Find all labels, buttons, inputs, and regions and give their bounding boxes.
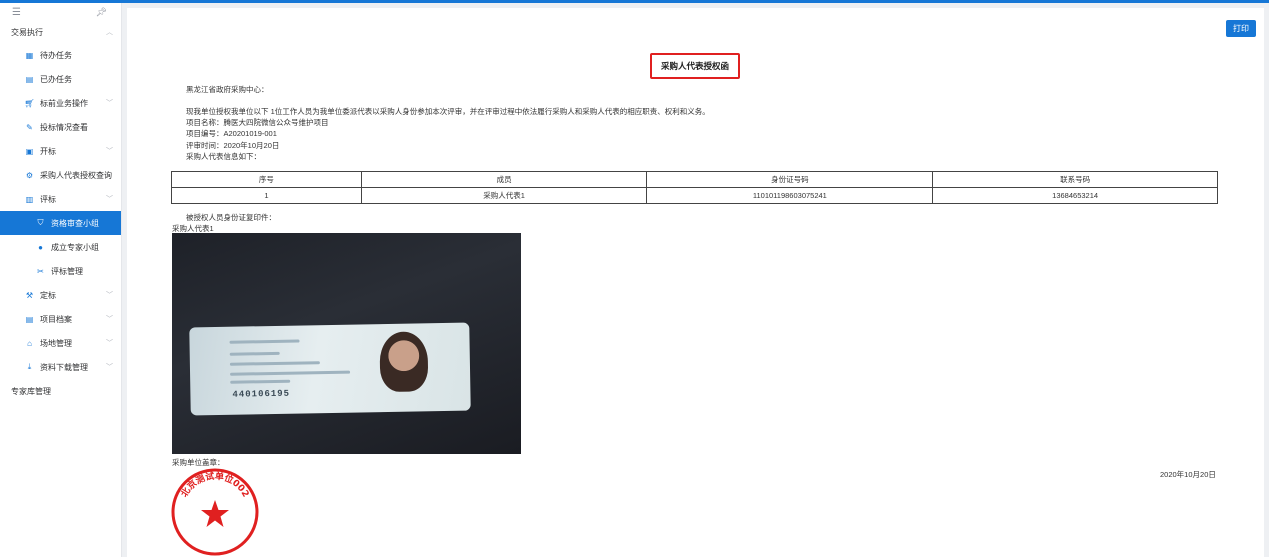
pin-icon[interactable]: 📌︎ [96, 7, 107, 18]
id-card-photo: 440106195 [172, 233, 521, 454]
star-icon [201, 500, 229, 527]
sidebar-item-label: 定标 [40, 290, 56, 300]
portrait-image [379, 331, 429, 393]
chevron-up-icon: ︿ [106, 29, 113, 36]
evaluate-icon: ▥ [25, 194, 34, 204]
sidebar-item[interactable]: ▣ 开标 ﹀ [0, 139, 121, 163]
svg-text:北京测试单位002: 北京测试单位002 [178, 470, 250, 499]
sidebar-item[interactable]: ⚒ 定标 ﹀ [0, 283, 121, 307]
edit-icon: ✎ [26, 122, 33, 132]
id-card-image: 440106195 [189, 322, 471, 416]
sidebar-section-title: 交易执行 [11, 27, 43, 37]
col-header: 联系号码 [932, 171, 1218, 188]
cart-icon: 🛒︎ [24, 98, 35, 108]
sidebar-item[interactable]: ✂ 评标管理 [0, 259, 121, 283]
sidebar-item[interactable]: 🛒︎ 标前业务操作 ﹀ [0, 91, 121, 115]
review-time: 评审时间：2020年10月20日 [186, 141, 280, 150]
download-icon: ⤓ [27, 362, 32, 371]
chevron-down-icon: ﹀ [106, 196, 113, 203]
sidebar-item[interactable]: ⛉ 资格审查小组 [0, 211, 121, 235]
sidebar-item[interactable]: ▤ 已办任务 [0, 67, 121, 91]
table-row: 1 采购人代表1 110101198603075241 13684653214 [171, 187, 1218, 204]
open-bid-icon: ▣ [25, 146, 34, 156]
table-cell: 采购人代表1 [360, 187, 648, 204]
gavel-icon: ⚒ [25, 290, 34, 300]
project-number: 项目编号：A20201019-001 [186, 129, 277, 138]
sidebar-item-label: 开标 [40, 146, 56, 156]
sidebar-item-label: 成立专家小组 [51, 242, 99, 252]
id-number-fragment: 440106195 [232, 388, 291, 400]
chevron-down-icon: ﹀ [106, 148, 113, 155]
sidebar-item-label: 已办任务 [40, 74, 72, 84]
gear-icon: ⚙ [25, 170, 34, 180]
sidebar-section-trade[interactable]: 交易执行 ︿ [0, 21, 121, 43]
representatives-table: 序号 成员 身份证号码 联系号码 1 采购人代表1 11010119860307… [171, 171, 1218, 204]
sidebar-item[interactable]: ⤓ 资料下载管理 ﹀ [0, 355, 121, 379]
table-cell: 13684653214 [932, 187, 1218, 204]
table-cell: 110101198603075241 [646, 187, 934, 204]
sidebar-item[interactable]: ▦ 待办任务 [0, 43, 121, 67]
tools-icon: ✂ [37, 266, 44, 276]
sidebar-item-expert-library[interactable]: 专家库管理 [0, 379, 121, 403]
sidebar-item-label: 专家库管理 [11, 386, 51, 396]
document-date: 2020年10月20日 [1160, 470, 1216, 479]
chevron-down-icon: ﹀ [106, 292, 113, 299]
table-cell: 1 [171, 187, 362, 204]
col-header: 成员 [360, 171, 648, 188]
sidebar-item-label: 项目档案 [40, 314, 72, 324]
sidebar-item[interactable]: ✎ 投标情况查看 [0, 115, 121, 139]
venue-icon: ⌂ [27, 338, 32, 348]
todo-icon: ▦ [25, 50, 34, 60]
sidebar-item[interactable]: ⌂ 场地管理 ﹀ [0, 331, 121, 355]
sidebar-item[interactable]: ▥ 评标 ﹀ [0, 187, 121, 211]
sidebar-header: ☰ 📌︎ [0, 3, 121, 21]
sidebar-item-label: 标前业务操作 [40, 98, 88, 108]
chevron-down-icon: ﹀ [106, 364, 113, 371]
sidebar-item[interactable]: ▤ 项目档案 ﹀ [0, 307, 121, 331]
sidebar-item-label: 采购人代表授权查询 [40, 170, 112, 180]
recipient-text: 黑龙江省政府采购中心： [186, 85, 269, 94]
sidebar-item-label: 评标管理 [51, 266, 83, 276]
col-header: 身份证号码 [646, 171, 934, 188]
sidebar-item-label: 资料下载管理 [40, 362, 88, 372]
body-text: 现我单位授权我单位以下 1位工作人员为我单位委派代表以采购人身份参加本次评审，并… [186, 107, 710, 116]
sidebar-item[interactable]: ⚙ 采购人代表授权查询 [0, 163, 121, 187]
document-title: 采购人代表授权函 [650, 53, 740, 79]
table-header-row: 序号 成员 身份证号码 联系号码 [171, 171, 1218, 188]
sidebar: ☰ 📌︎ 交易执行 ︿ ▦ 待办任务 ▤ 已办任务 🛒︎ 标前业务操作 ﹀ ✎ 投标情况查看 ▣ 开… [0, 3, 122, 557]
folder-icon: ▤ [25, 314, 34, 324]
chevron-down-icon: ﹀ [106, 100, 113, 107]
stamp-text: 北京测试单位002 [178, 470, 250, 499]
shield-icon: ⛉ [37, 218, 44, 227]
sidebar-item-label: 待办任务 [40, 50, 72, 60]
sidebar-item-label: 投标情况查看 [40, 122, 88, 132]
sidebar-item-label: 资格审查小组 [51, 218, 99, 228]
chevron-down-icon: ﹀ [106, 316, 113, 323]
menu-icon[interactable]: ☰ [12, 7, 21, 18]
done-icon: ▤ [25, 74, 34, 84]
id-copy-label: 被授权人员身份证复印件： [186, 213, 276, 222]
print-button[interactable]: 打印 [1226, 20, 1256, 37]
sidebar-item-label: 场地管理 [40, 338, 72, 348]
chevron-down-icon: ﹀ [106, 340, 113, 347]
top-accent-bar [0, 0, 1269, 3]
col-header: 序号 [171, 171, 362, 188]
official-seal-stamp: 北京测试单位002 [171, 468, 259, 556]
rep-info-label: 采购人代表信息如下： [186, 152, 261, 161]
user-icon: ● [38, 242, 43, 252]
sidebar-item[interactable]: ● 成立专家小组 [0, 235, 121, 259]
sidebar-item-label: 评标 [40, 194, 56, 204]
project-name: 项目名称：腾医大四院微信公众号维护项目 [186, 118, 329, 127]
